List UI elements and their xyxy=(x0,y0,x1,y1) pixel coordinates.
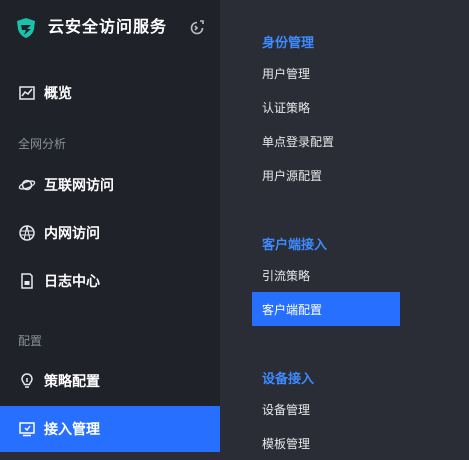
sidebar-item-label: 接入管理 xyxy=(44,422,100,438)
sidebar-item-policy-config[interactable]: 策略配置 xyxy=(0,358,220,404)
sidebar-item-log-center[interactable]: 日志中心 xyxy=(0,258,220,304)
sidebar-item-overview[interactable]: 概览 xyxy=(0,70,220,116)
section-title-device-access: 设备接入 xyxy=(262,372,315,387)
chart-icon xyxy=(19,86,35,100)
sidebar-item-label: 互联网访问 xyxy=(44,178,114,194)
bulb-icon xyxy=(21,373,33,388)
section-title-client-access: 客户端接入 xyxy=(262,238,328,253)
planet-icon xyxy=(18,179,36,191)
sidebar-item-internet-access[interactable]: 互联网访问 xyxy=(0,162,220,208)
submenu-item-auth-policy[interactable]: 认证策略 xyxy=(252,90,400,124)
submenu-item-device-management[interactable]: 设备管理 xyxy=(252,392,400,426)
group-label-analysis: 全网分析 xyxy=(18,137,67,151)
submenu-item-client-config[interactable]: 客户端配置 xyxy=(252,292,400,326)
group-label-config: 配置 xyxy=(18,334,43,348)
sidebar-item-intranet-access[interactable]: 内网访问 xyxy=(0,210,220,256)
sidebar-item-label: 策略配置 xyxy=(44,374,100,390)
submenu-item-sso-config[interactable]: 单点登录配置 xyxy=(252,124,400,158)
submenu-item-traffic-policy[interactable]: 引流策略 xyxy=(252,258,400,292)
sidebar-item-label: 内网访问 xyxy=(44,226,100,242)
sidebar: 云安全访问服务 概览 全网分析 互联网访问 内网访问 日志中心 配置 策略配置 … xyxy=(0,0,220,452)
sidebar-item-label: 日志中心 xyxy=(44,274,100,290)
brand-name: 云安全访问服务 xyxy=(48,17,168,36)
file-icon xyxy=(21,273,33,289)
submenu-item-template-management[interactable]: 模板管理 xyxy=(252,426,400,460)
section-title-identity: 身份管理 xyxy=(262,36,315,51)
shield-logo-icon xyxy=(17,18,35,38)
monitor-icon xyxy=(19,422,35,437)
submenu-item-user-management[interactable]: 用户管理 xyxy=(252,56,400,90)
sidebar-item-access-management[interactable]: 接入管理 xyxy=(0,406,220,452)
submenu-panel: 身份管理 用户管理 认证策略 单点登录配置 用户源配置 客户端接入 引流策略 客… xyxy=(220,0,469,451)
brand-header: 云安全访问服务 xyxy=(0,0,220,56)
submenu-item-user-source-config[interactable]: 用户源配置 xyxy=(252,158,400,192)
network-icon xyxy=(19,225,35,241)
sidebar-item-label: 概览 xyxy=(44,86,72,102)
collapse-icon[interactable] xyxy=(187,18,207,38)
